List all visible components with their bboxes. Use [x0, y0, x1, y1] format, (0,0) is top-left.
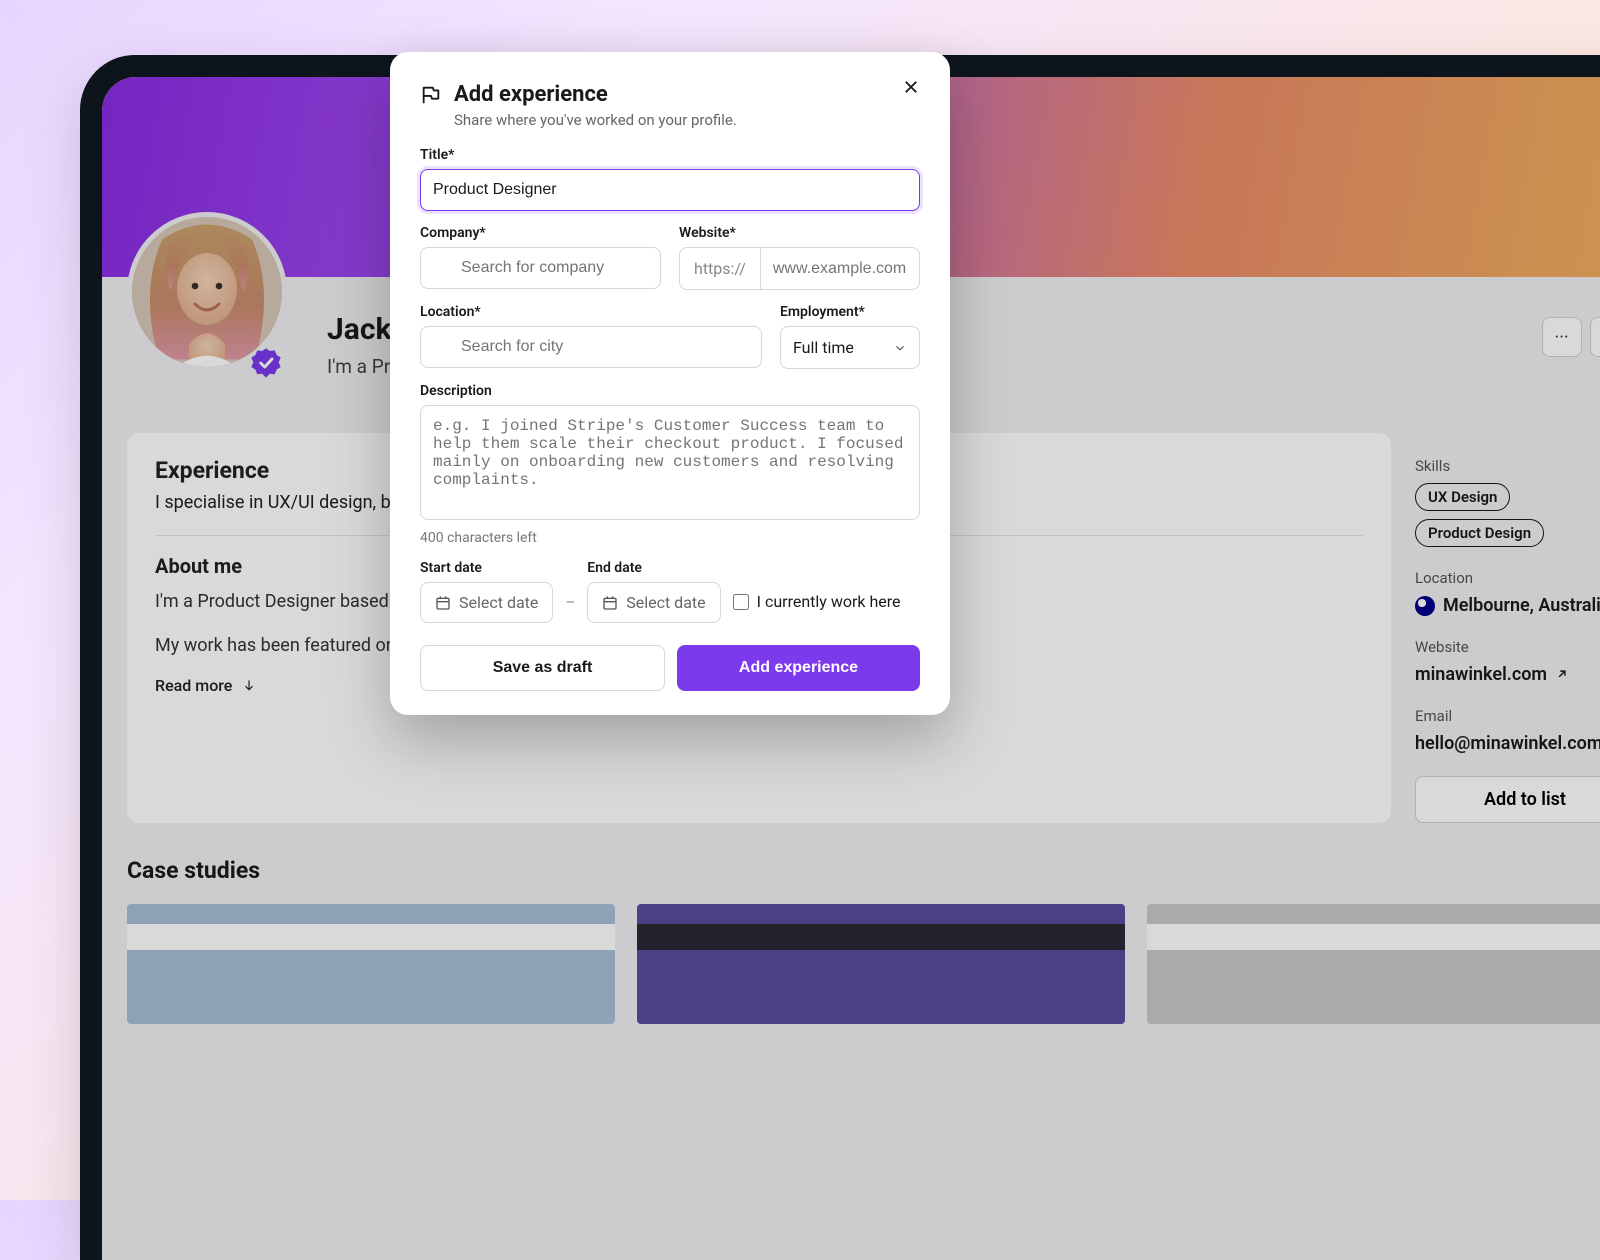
close-icon: [902, 78, 920, 96]
title-input[interactable]: [420, 169, 920, 211]
title-label: Title*: [420, 147, 920, 163]
website-prefix: https://: [679, 247, 761, 290]
modal-title: Add experience: [454, 82, 608, 107]
website-label: Website*: [679, 225, 920, 241]
location-field-label: Location*: [420, 304, 762, 320]
description-label: Description: [420, 383, 920, 399]
end-date-placeholder: Select date: [626, 593, 705, 612]
calendar-icon: [602, 595, 618, 611]
add-experience-button[interactable]: Add experience: [677, 645, 920, 691]
chevron-down-icon: [893, 341, 907, 355]
save-draft-button[interactable]: Save as draft: [420, 645, 665, 691]
employment-label: Employment*: [780, 304, 920, 320]
start-date-placeholder: Select date: [459, 593, 538, 612]
add-experience-modal: Add experience Share where you've worked…: [390, 52, 950, 715]
end-date-label: End date: [587, 560, 720, 576]
location-input[interactable]: [420, 326, 762, 368]
end-date-input[interactable]: Select date: [587, 582, 720, 623]
company-input[interactable]: [420, 247, 661, 289]
employment-value: Full time: [793, 338, 854, 357]
employment-select[interactable]: Full time: [780, 326, 920, 369]
calendar-icon: [435, 595, 451, 611]
char-count: 400 characters left: [420, 530, 920, 546]
start-date-input[interactable]: Select date: [420, 582, 553, 623]
website-input[interactable]: [761, 247, 920, 290]
flag-icon: [420, 84, 442, 106]
current-work-checkbox[interactable]: [733, 594, 749, 610]
date-separator: –: [565, 593, 575, 623]
current-work-label: I currently work here: [757, 592, 901, 611]
modal-subtitle: Share where you've worked on your profil…: [454, 111, 920, 129]
start-date-label: Start date: [420, 560, 553, 576]
close-button[interactable]: [902, 78, 920, 101]
description-textarea[interactable]: [420, 405, 920, 520]
company-label: Company*: [420, 225, 661, 241]
